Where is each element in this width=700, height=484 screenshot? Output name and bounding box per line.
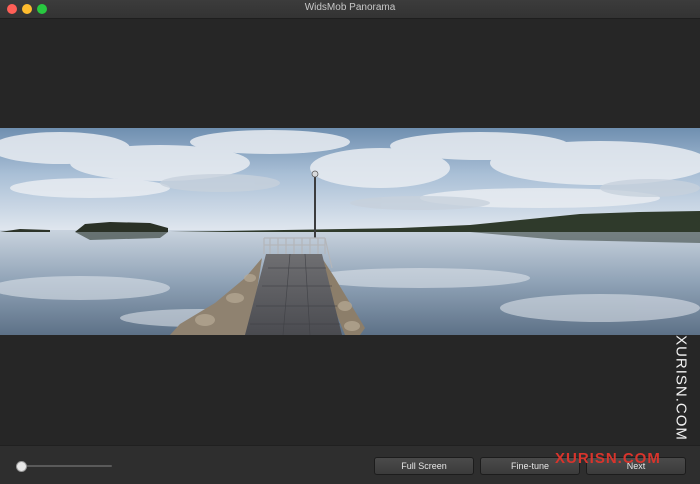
watermark-side: XURISN.COM bbox=[668, 330, 694, 445]
panorama-image bbox=[0, 128, 700, 335]
title-bar: WidsMob Panorama bbox=[0, 0, 700, 19]
full-screen-button[interactable]: Full Screen bbox=[374, 457, 474, 475]
watermark-side-text: XURISN.COM bbox=[672, 334, 690, 441]
zoom-slider-track[interactable] bbox=[20, 465, 112, 467]
zoom-slider-knob[interactable] bbox=[16, 461, 27, 472]
window-title: WidsMob Panorama bbox=[304, 2, 396, 13]
watermark-bottom: XURISN.COM bbox=[555, 450, 661, 467]
